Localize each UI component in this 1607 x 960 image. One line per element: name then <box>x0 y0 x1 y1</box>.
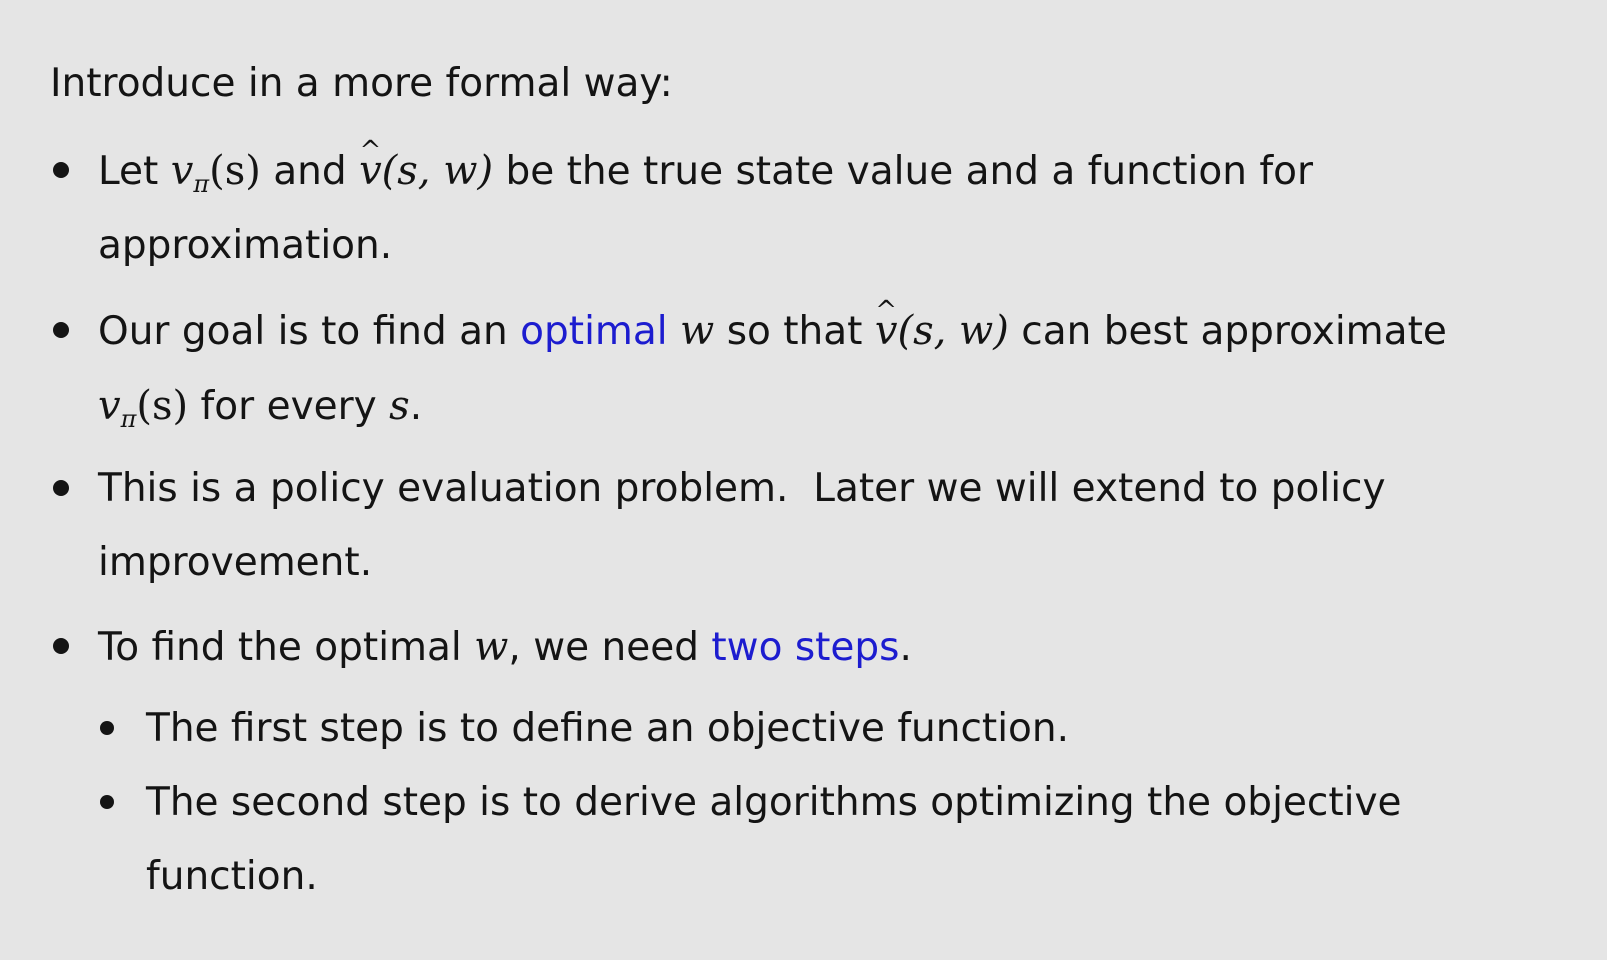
math-vhat-sw: v(s, w) <box>359 148 493 194</box>
text-so-that: so that <box>726 309 863 354</box>
math-vhat-sw: v(s, w) <box>875 308 1009 354</box>
text-our-goal: Our goal is to find an <box>98 309 508 354</box>
bullet-dot-icon <box>53 638 69 654</box>
bullet-text-2: Our goal is to find an optimal w so that… <box>98 294 1558 444</box>
bullet-text-3: This is a policy evaluation problem. Lat… <box>98 452 1558 600</box>
sub-bullet-dot-icon <box>100 795 114 809</box>
bullet-3-line-2: improvement. <box>98 540 373 585</box>
math-s-letter: s <box>389 383 410 429</box>
math-v: v <box>170 148 194 194</box>
math-sw: (s, w) <box>381 148 494 194</box>
math-pi-subscript: π <box>193 170 210 198</box>
highlight-optimal: optimal <box>520 309 668 354</box>
math-v-pi: vπ(s) <box>170 148 261 196</box>
text-to-find: To find the optimal <box>98 625 462 670</box>
bullet-dot-icon <box>53 322 69 338</box>
math-s-paren: (s) <box>209 148 261 194</box>
sub-bullet-text-1: The first step is to define an objective… <box>146 692 1546 766</box>
math-vhat: v <box>875 294 898 368</box>
math-w: w <box>474 624 509 670</box>
math-s-paren: (s) <box>136 383 189 429</box>
sub-bullet-text-2: The second step is to derive algorithms … <box>146 766 1546 914</box>
bullet-text-1: Let vπ(s) and v(s, w) be the true state … <box>98 134 1558 283</box>
text-and: and <box>273 149 347 194</box>
math-v-pi: vπ(s) <box>98 383 189 431</box>
bullet-dot-icon <box>53 480 69 496</box>
bullet-3-line-1: This is a policy evaluation problem. Lat… <box>98 466 1386 511</box>
text-can-best-approximate: can best approximate <box>1021 309 1447 354</box>
intro-text: Introduce in a more formal way: <box>50 61 673 106</box>
highlight-two-steps: two steps <box>711 625 900 670</box>
math-vhat: v <box>359 134 382 208</box>
text-let: Let <box>98 149 159 194</box>
sub-bullet-2-line-1: The second step is to derive algorithms … <box>146 780 1402 825</box>
bullet-dot-icon <box>53 162 69 178</box>
bullet-2-line-1: Our goal is to find an optimal w so that… <box>98 294 1558 369</box>
math-sw: (s, w) <box>897 308 1009 354</box>
math-w: w <box>680 308 715 354</box>
sub-bullet-1-line-1: The first step is to define an objective… <box>146 706 1070 751</box>
text-period: . <box>899 625 912 670</box>
bullet-4-line-1: To find the optimal w, we need two steps… <box>98 610 1558 685</box>
math-s: s <box>389 383 410 429</box>
bullet-2-line-2: vπ(s) for every s. <box>98 369 1558 444</box>
math-pi-subscript: π <box>120 405 137 433</box>
text-true-state-value: be the true state value and a function f… <box>505 149 1313 194</box>
sub-bullet-dot-icon <box>100 721 114 735</box>
bullet-text-4: To find the optimal w, we need two steps… <box>98 610 1558 685</box>
bullet-1-line-1: Let vπ(s) and v(s, w) be the true state … <box>98 134 1558 209</box>
sub-bullet-2-line-2: function. <box>146 854 318 899</box>
bullet-1-line-2: approximation. <box>98 223 393 268</box>
text-period: . <box>409 384 423 429</box>
text-we-need: , we need <box>508 625 699 670</box>
text-for-every: for every <box>200 384 377 429</box>
math-v: v <box>98 383 121 429</box>
